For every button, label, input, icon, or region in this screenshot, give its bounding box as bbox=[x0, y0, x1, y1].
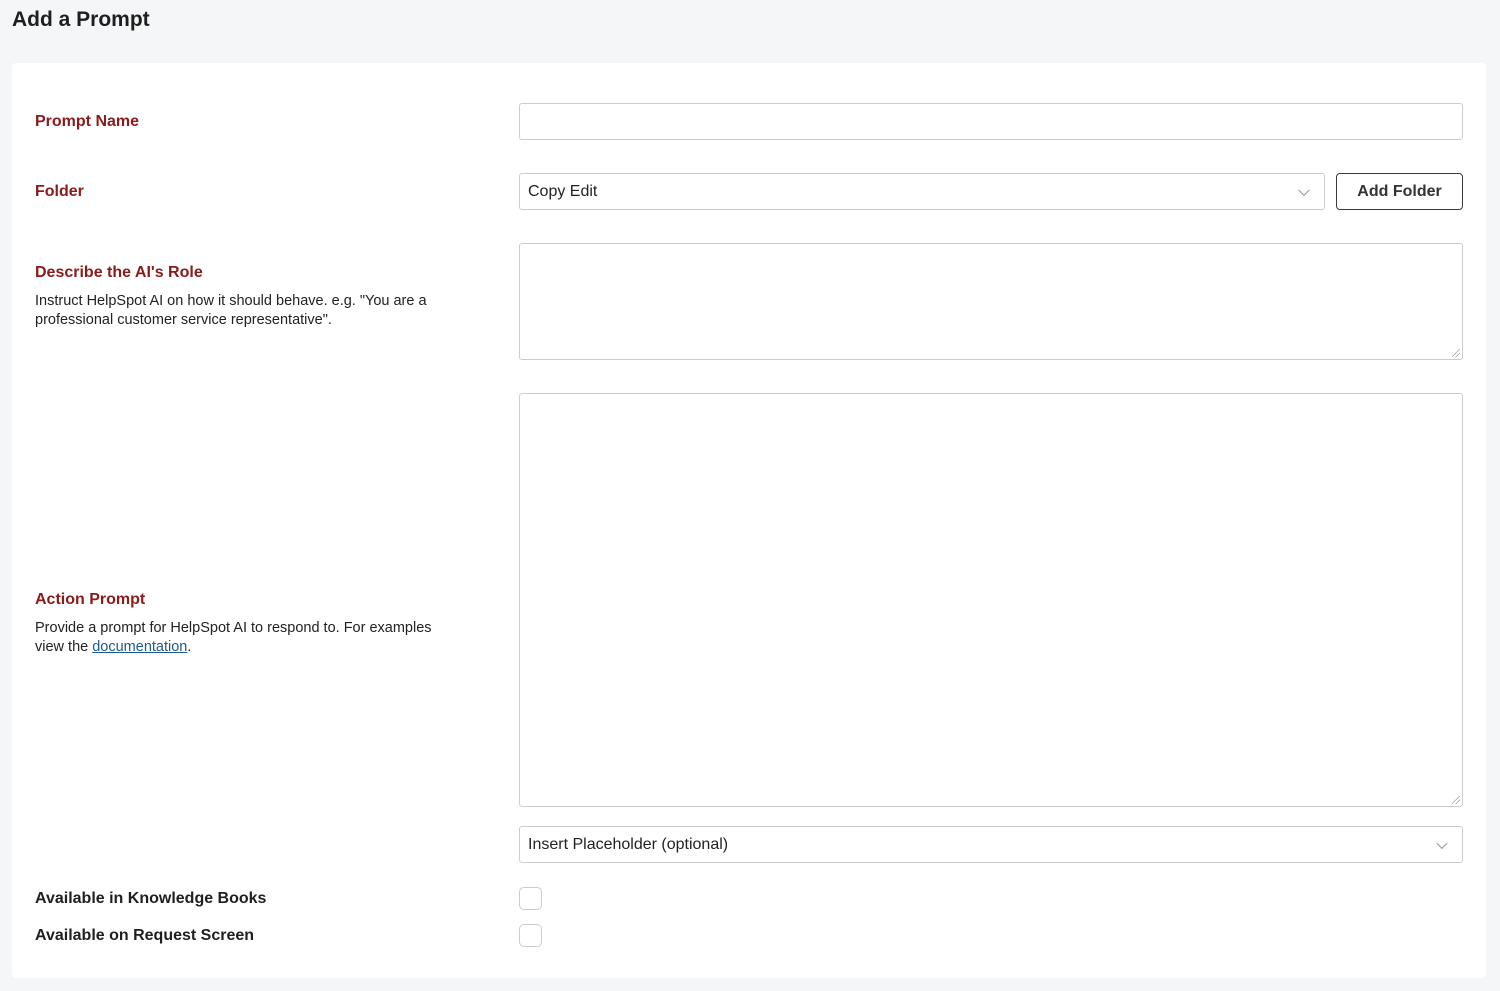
knowledge-books-label: Available in Knowledge Books bbox=[35, 890, 267, 907]
documentation-link[interactable]: documentation bbox=[92, 639, 187, 655]
action-description-end: . bbox=[187, 639, 192, 655]
prompt-name-label: Prompt Name bbox=[35, 113, 140, 130]
folder-label: Folder bbox=[35, 183, 84, 200]
chevron-down-icon bbox=[1436, 837, 1448, 849]
prompt-form-card: Prompt Name Folder Copy Edit Add Folder … bbox=[12, 63, 1486, 978]
resize-handle-icon[interactable] bbox=[1452, 796, 1460, 804]
folder-selected-value: Copy Edit bbox=[528, 182, 598, 200]
insert-placeholder-value: Insert Placeholder (optional) bbox=[528, 835, 729, 853]
page-title: Add a Prompt bbox=[12, 8, 150, 31]
prompt-name-input[interactable] bbox=[519, 103, 1463, 140]
role-description: Instruct HelpSpot AI on how it should be… bbox=[35, 293, 427, 328]
resize-handle-icon[interactable] bbox=[1452, 349, 1460, 357]
role-textarea[interactable] bbox=[519, 243, 1463, 360]
action-prompt-description: Provide a prompt for HelpSpot AI to resp… bbox=[35, 619, 435, 657]
insert-placeholder-select[interactable]: Insert Placeholder (optional) bbox=[519, 826, 1463, 863]
role-label: Describe the AI's Role bbox=[35, 264, 203, 281]
request-screen-label: Available on Request Screen bbox=[35, 927, 255, 944]
chevron-down-icon bbox=[1298, 184, 1310, 196]
request-screen-checkbox[interactable] bbox=[519, 924, 542, 947]
action-prompt-textarea[interactable] bbox=[519, 393, 1463, 807]
knowledge-books-checkbox[interactable] bbox=[519, 887, 542, 910]
add-folder-button[interactable]: Add Folder bbox=[1336, 173, 1463, 210]
action-prompt-label: Action Prompt bbox=[35, 591, 146, 608]
folder-select[interactable]: Copy Edit bbox=[519, 173, 1325, 210]
